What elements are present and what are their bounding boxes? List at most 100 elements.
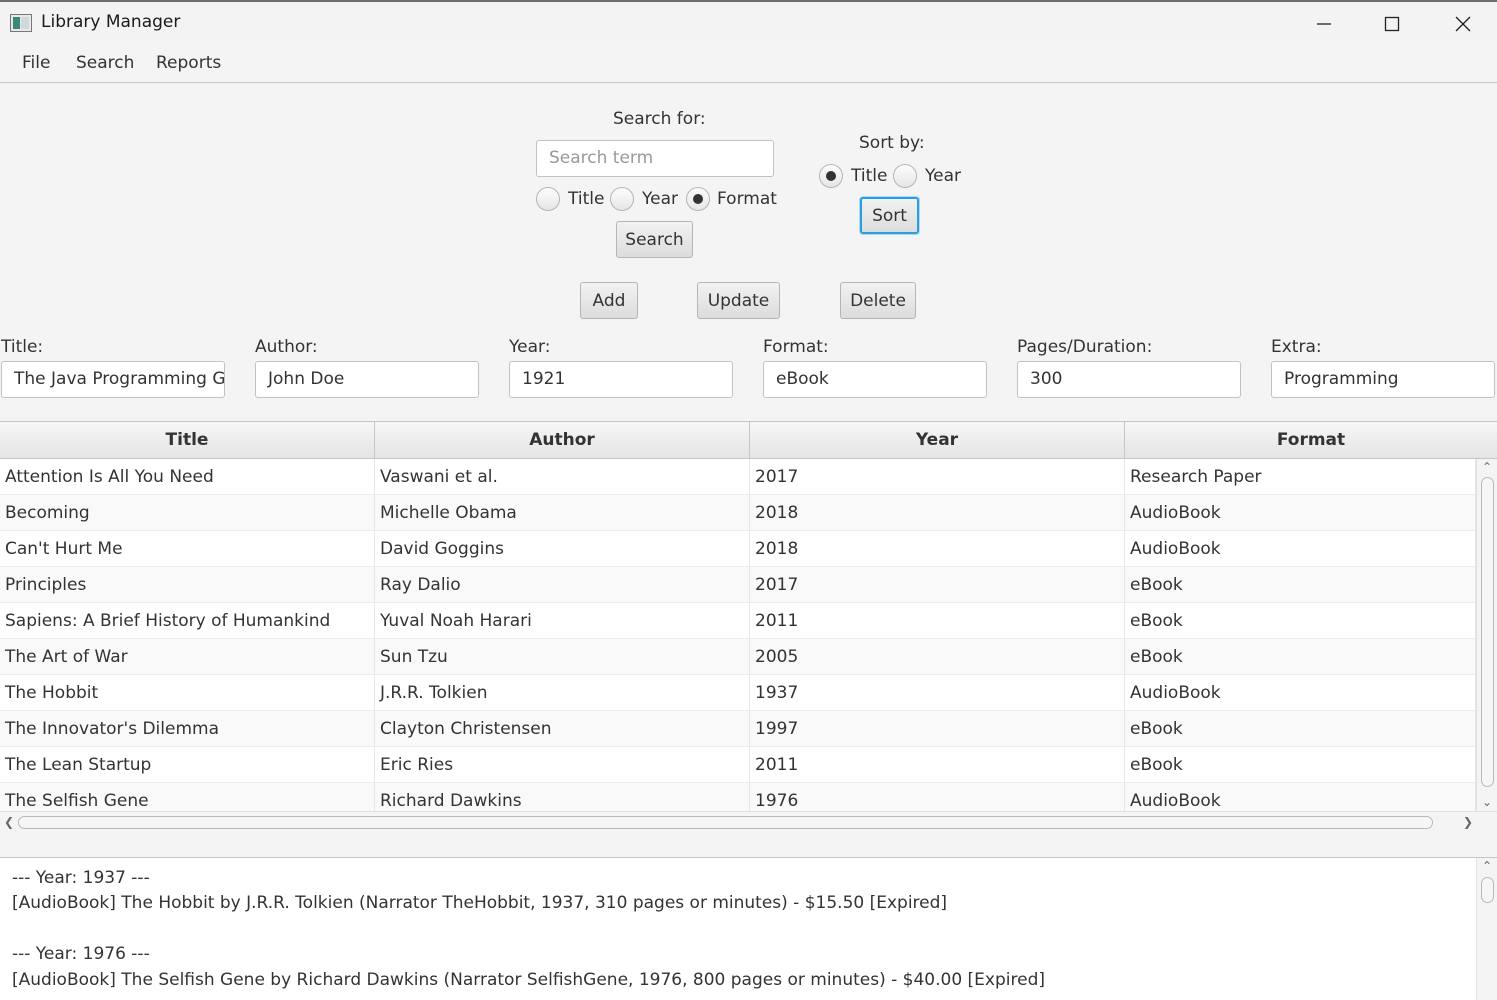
- output-line: [AudioBook] The Selfish Gene by Richard …: [12, 970, 1045, 990]
- scroll-up-icon[interactable]: ⌃: [1482, 460, 1492, 474]
- minimize-button[interactable]: [1290, 2, 1358, 45]
- output-text-area[interactable]: --- Year: 1937 --- [AudioBook] The Hobbi…: [0, 857, 1497, 1000]
- table-cell-year: 1937: [750, 675, 1125, 711]
- search-radio-title-label: Title: [568, 189, 605, 209]
- scroll-left-icon[interactable]: ❮: [4, 815, 14, 829]
- table-row[interactable]: The Lean Startup Eric Ries 2011 eBook: [0, 747, 1476, 783]
- output-line: --- Year: 1976 ---: [12, 944, 150, 964]
- extra-field[interactable]: Programming: [1271, 361, 1495, 398]
- table-cell-year: 2017: [750, 459, 1125, 495]
- table-cell-author: Vaswani et al.: [375, 459, 750, 495]
- table-cell-title: The Hobbit: [0, 675, 375, 711]
- table-cell-year: 1997: [750, 711, 1125, 747]
- table-row[interactable]: The Innovator's Dilemma Clayton Christens…: [0, 711, 1476, 747]
- format-field[interactable]: eBook: [763, 361, 987, 398]
- pages-field[interactable]: 300: [1017, 361, 1241, 398]
- sort-radio-year-label: Year: [925, 166, 961, 186]
- table-cell-year: 2011: [750, 747, 1125, 783]
- sort-radio-title-label: Title: [851, 166, 888, 186]
- table-cell-format: eBook: [1125, 639, 1476, 675]
- maximize-icon: [1384, 16, 1400, 31]
- column-header-format[interactable]: Format: [1125, 422, 1497, 458]
- window-title: Library Manager: [41, 12, 181, 32]
- table-cell-year: 2018: [750, 495, 1125, 531]
- search-radio-format-label: Format: [717, 189, 777, 209]
- menu-search[interactable]: Search: [76, 53, 134, 73]
- sort-radio-year[interactable]: [893, 164, 917, 188]
- table-cell-format: AudioBook: [1125, 531, 1476, 567]
- table-cell-format: AudioBook: [1125, 495, 1476, 531]
- sort-button[interactable]: Sort: [860, 197, 919, 234]
- output-scroll-thumb[interactable]: [1481, 877, 1494, 903]
- app-icon: [10, 14, 32, 32]
- menu-bar: File Search Reports: [0, 45, 1497, 83]
- close-button[interactable]: [1429, 2, 1497, 45]
- scroll-right-icon[interactable]: ❯: [1463, 815, 1473, 829]
- table-cell-format: eBook: [1125, 747, 1476, 783]
- table-cell-year: 2011: [750, 603, 1125, 639]
- table-cell-format: eBook: [1125, 603, 1476, 639]
- column-header-title[interactable]: Title: [0, 422, 375, 458]
- search-radio-format[interactable]: [686, 187, 710, 211]
- table-row[interactable]: The Art of War Sun Tzu 2005 eBook: [0, 639, 1476, 675]
- table-row[interactable]: Attention Is All You Need Vaswani et al. 2…: [0, 459, 1476, 495]
- table-cell-author: Ray Dalio: [375, 567, 750, 603]
- menu-file[interactable]: File: [22, 53, 50, 73]
- search-button[interactable]: Search: [616, 221, 693, 258]
- table-cell-title: Principles: [0, 567, 375, 603]
- table-cell-title: Sapiens: A Brief History of Humankind: [0, 603, 375, 639]
- search-radio-year[interactable]: [610, 187, 634, 211]
- output-scroll-up-icon[interactable]: ⌃: [1482, 859, 1492, 873]
- table-cell-author: Yuval Noah Harari: [375, 603, 750, 639]
- table-cell-title: The Lean Startup: [0, 747, 375, 783]
- column-header-author[interactable]: Author: [375, 422, 750, 458]
- search-radio-title[interactable]: [536, 187, 560, 211]
- author-field[interactable]: John Doe: [255, 361, 479, 398]
- output-line: [AudioBook] The Hobbit by J.R.R. Tolkien…: [12, 893, 948, 913]
- table-vertical-scrollbar[interactable]: ⌃ ⌄: [1476, 459, 1497, 812]
- maximize-button[interactable]: [1358, 2, 1426, 45]
- search-radio-year-label: Year: [642, 189, 678, 209]
- minimize-icon: [1317, 22, 1331, 25]
- search-input[interactable]: Search term: [536, 140, 774, 177]
- scroll-down-icon[interactable]: ⌄: [1482, 795, 1492, 809]
- table-cell-author: Sun Tzu: [375, 639, 750, 675]
- table-cell-title: Can't Hurt Me: [0, 531, 375, 567]
- title-field[interactable]: The Java Programming Gu: [1, 361, 225, 398]
- close-icon: [1455, 16, 1471, 31]
- table-row[interactable]: Principles Ray Dalio 2017 eBook: [0, 567, 1476, 603]
- table-vertical-scroll-thumb[interactable]: [1481, 477, 1494, 787]
- search-heading: Search for:: [613, 109, 706, 129]
- column-header-year[interactable]: Year: [750, 422, 1125, 458]
- pages-label: Pages/Duration:: [1017, 337, 1153, 357]
- format-label: Format:: [763, 337, 829, 357]
- table-cell-title: Becoming: [0, 495, 375, 531]
- output-vertical-scrollbar[interactable]: ⌃: [1476, 858, 1497, 1000]
- table-cell-format: eBook: [1125, 567, 1476, 603]
- table-cell-year: 2017: [750, 567, 1125, 603]
- table-header: Title Author Year Format: [0, 422, 1497, 459]
- table-row[interactable]: Sapiens: A Brief History of Humankind Yuv…: [0, 603, 1476, 639]
- table-cell-author: Michelle Obama: [375, 495, 750, 531]
- table-row[interactable]: Becoming Michelle Obama 2018 AudioBook: [0, 495, 1476, 531]
- menu-reports[interactable]: Reports: [156, 53, 221, 73]
- table-row[interactable]: The Hobbit J.R.R. Tolkien 1937 AudioBook: [0, 675, 1476, 711]
- table-row[interactable]: Can't Hurt Me David Goggins 2018 AudioBook: [0, 531, 1476, 567]
- update-button[interactable]: Update: [697, 282, 780, 319]
- table-horizontal-scroll-thumb[interactable]: [18, 816, 1433, 829]
- table-cell-format: eBook: [1125, 711, 1476, 747]
- table-horizontal-scrollbar[interactable]: ❮ ❯: [0, 811, 1497, 833]
- year-field[interactable]: 1921: [509, 361, 733, 398]
- table-cell-author: Eric Ries: [375, 747, 750, 783]
- table-cell-title: The Innovator's Dilemma: [0, 711, 375, 747]
- table-cell-title: Attention Is All You Need: [0, 459, 375, 495]
- books-table[interactable]: Title Author Year Format Attention Is Al…: [0, 421, 1497, 833]
- author-label: Author:: [255, 337, 318, 357]
- add-button[interactable]: Add: [580, 282, 638, 319]
- extra-label: Extra:: [1271, 337, 1322, 357]
- sort-radio-title[interactable]: [819, 164, 843, 188]
- table-cell-author: Clayton Christensen: [375, 711, 750, 747]
- table-cell-format: Research Paper: [1125, 459, 1476, 495]
- sort-heading: Sort by:: [859, 133, 925, 153]
- delete-button[interactable]: Delete: [840, 282, 916, 319]
